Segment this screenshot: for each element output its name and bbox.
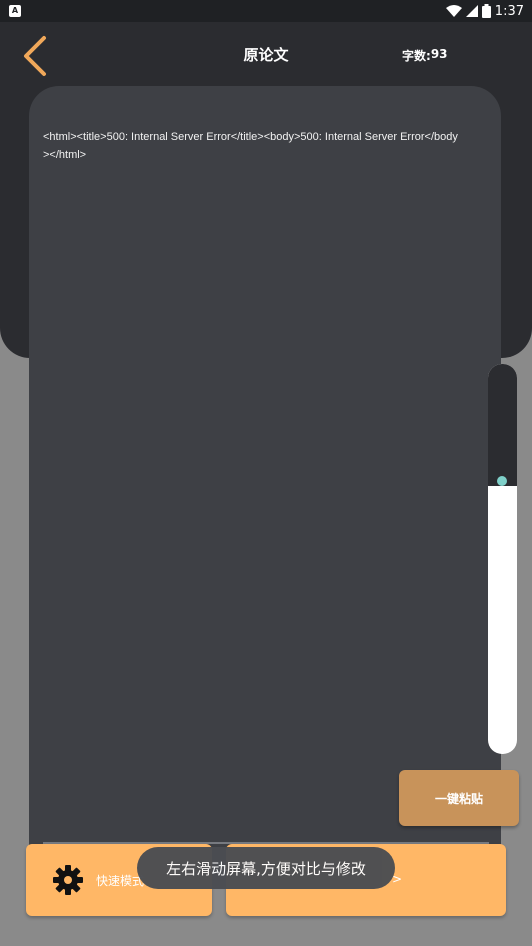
status-bar: A 1:37 bbox=[0, 0, 532, 22]
page-title: 原论文 bbox=[243, 46, 289, 64]
paper-text-area[interactable]: <html><title>500: Internal Server Error<… bbox=[43, 128, 463, 164]
one-click-paste-button[interactable]: 一键粘贴 bbox=[399, 770, 519, 826]
scroll-slider[interactable] bbox=[488, 364, 517, 754]
word-count-label: 字数: bbox=[402, 49, 431, 63]
word-count: 字数: 93 bbox=[402, 47, 448, 64]
wifi-icon bbox=[445, 5, 462, 17]
gear-icon bbox=[53, 865, 83, 895]
status-icons: 1:37 bbox=[445, 2, 524, 20]
editor-panel: <html><title>500: Internal Server Error<… bbox=[29, 86, 501, 866]
word-count-value: 93 bbox=[430, 47, 448, 61]
clock: 1:37 bbox=[494, 3, 524, 19]
toast-message: 左右滑动屏幕,方便对比与修改 bbox=[137, 847, 395, 889]
battery-icon bbox=[481, 4, 491, 18]
signal-icon bbox=[465, 5, 478, 17]
slider-thumb[interactable] bbox=[497, 476, 507, 486]
slider-track-filled bbox=[488, 364, 517, 486]
quick-mode-label: 快速模式 bbox=[96, 874, 145, 888]
app-notification-icon: A bbox=[9, 5, 21, 17]
